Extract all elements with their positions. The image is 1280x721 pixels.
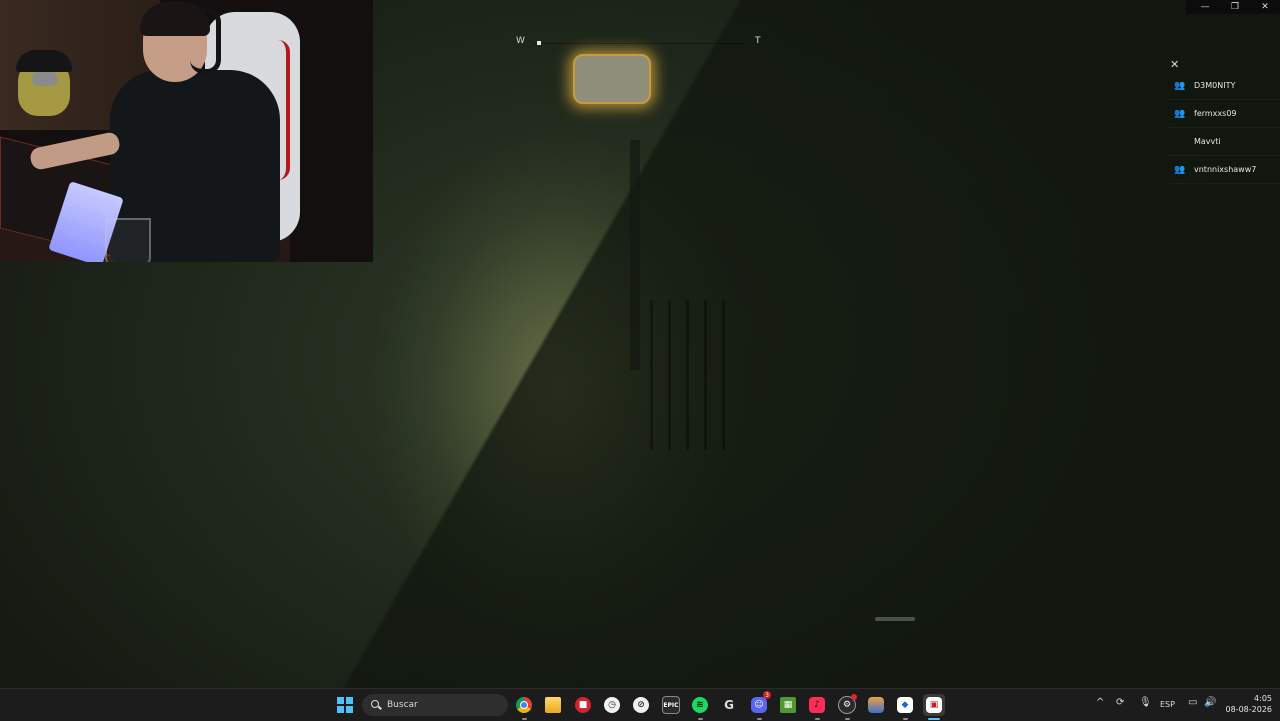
close-icon[interactable]: ✕ — [1170, 58, 1179, 71]
player-row[interactable]: 👥 D3M0NITY — [1166, 72, 1280, 100]
input-language-indicator[interactable]: ESP — [1160, 700, 1175, 709]
folder-glyph — [545, 697, 561, 713]
roblox-glyph: ◆ — [897, 697, 913, 713]
start-icon-tile — [346, 697, 353, 704]
door-bars — [650, 300, 740, 450]
player-name: D3M0NITY — [1194, 81, 1236, 90]
compass-app-glyph: ⊘ — [633, 697, 649, 713]
chrome-glyph — [516, 697, 532, 713]
player-name: Mavvti — [1194, 137, 1221, 146]
search-icon — [371, 700, 381, 710]
window-controls: — ❐ ✕ — [1186, 0, 1280, 14]
compass-bar: W T — [512, 36, 768, 50]
minecraft-icon[interactable]: ▦ — [777, 694, 799, 716]
notification-badge: 3 — [763, 691, 771, 699]
ceiling-lamp — [573, 54, 651, 104]
epic-games-icon[interactable]: EPIC — [660, 694, 682, 716]
start-icon-tile — [337, 697, 344, 704]
clock-glyph: ◷ — [604, 697, 620, 713]
search-placeholder: Buscar — [387, 700, 418, 710]
restore-button[interactable]: ❐ — [1220, 0, 1250, 14]
start-icon-tile — [337, 706, 344, 713]
compass-marker-icon — [537, 41, 541, 45]
discord-icon[interactable]: ☺ 3 — [748, 691, 771, 720]
microphone-icon[interactable]: 🎙 — [1139, 697, 1152, 708]
roblox-studio-icon[interactable]: ▣ — [923, 694, 945, 720]
red-app-icon[interactable]: ■ — [572, 694, 594, 716]
clock-date: 08-08-2026 — [1225, 705, 1273, 714]
player-row[interactable]: 👥 fermxxs09 — [1166, 100, 1280, 128]
webcam-plush-goggle — [32, 72, 58, 86]
taskbar: Buscar ■ ◷ ⊘ EPIC ≋ G ☺ 3 ▦ ♪ ⚙ ◆ ▣ ^ ⟳ … — [0, 688, 1280, 721]
player-row[interactable]: Mavvti — [1166, 128, 1280, 156]
file-explorer-icon[interactable] — [542, 694, 564, 716]
tiktok-glyph: ♪ — [809, 697, 825, 713]
fortnite-icon[interactable] — [865, 694, 887, 716]
webcam-cup — [105, 218, 151, 262]
network-icon[interactable]: ▭ — [1188, 697, 1197, 708]
steam-icon[interactable]: ⚙ — [836, 694, 858, 720]
start-icon-tile — [346, 706, 353, 713]
compass-app-icon[interactable]: ⊘ — [630, 694, 652, 716]
fortnite-glyph — [868, 697, 884, 713]
chrome-icon[interactable] — [513, 694, 535, 720]
compass-west-label: W — [516, 36, 525, 46]
player-name: fermxxs09 — [1194, 109, 1237, 118]
clock-time: 4:05 — [1254, 694, 1272, 703]
clock-app-icon[interactable]: ◷ — [601, 694, 623, 716]
webcam-headset — [190, 8, 221, 74]
player-row[interactable]: 👥 vntnnixshaww7 — [1166, 156, 1280, 184]
roblox-studio-glyph: ▣ — [926, 697, 942, 713]
g-glyph: G — [724, 698, 734, 712]
player-list: 👥 D3M0NITY 👥 fermxxs09 Mavvti 👥 vntnnixs… — [1166, 72, 1280, 184]
spotify-glyph: ≋ — [692, 697, 708, 713]
player-name: vntnnixshaww7 — [1194, 165, 1257, 174]
sync-icon[interactable]: ⟳ — [1116, 697, 1124, 708]
epic-glyph: EPIC — [662, 696, 680, 714]
friends-icon: 👥 — [1174, 164, 1186, 175]
minecraft-glyph: ▦ — [780, 697, 796, 713]
discord-glyph: ☺ — [751, 697, 767, 713]
windows-start-button[interactable] — [337, 697, 353, 713]
compass-line — [534, 43, 744, 44]
roblox-icon[interactable]: ◆ — [894, 694, 916, 720]
webcam-overlay — [0, 0, 373, 262]
red-app-glyph: ■ — [575, 697, 591, 713]
close-window-button[interactable]: ✕ — [1250, 0, 1280, 14]
tiktok-icon[interactable]: ♪ — [806, 694, 828, 720]
notification-dot — [851, 694, 857, 700]
volume-icon[interactable]: 🔊 — [1204, 697, 1216, 708]
spotify-icon[interactable]: ≋ — [689, 694, 711, 720]
taskbar-search-box[interactable]: Buscar — [362, 694, 508, 716]
show-hidden-icons-chevron-icon[interactable]: ^ — [1096, 697, 1104, 708]
taskbar-clock[interactable]: 4:05 08-08-2026 — [1224, 694, 1273, 715]
door-frame — [630, 140, 640, 370]
compass-right-label: T — [755, 36, 761, 46]
g-app-icon[interactable]: G — [718, 694, 740, 716]
friends-icon: 👥 — [1174, 80, 1186, 91]
friends-icon: 👥 — [1174, 108, 1186, 119]
webcam-plush-cap — [16, 50, 72, 72]
floor-light-reflection — [875, 617, 915, 621]
minimize-button[interactable]: — — [1190, 0, 1220, 14]
